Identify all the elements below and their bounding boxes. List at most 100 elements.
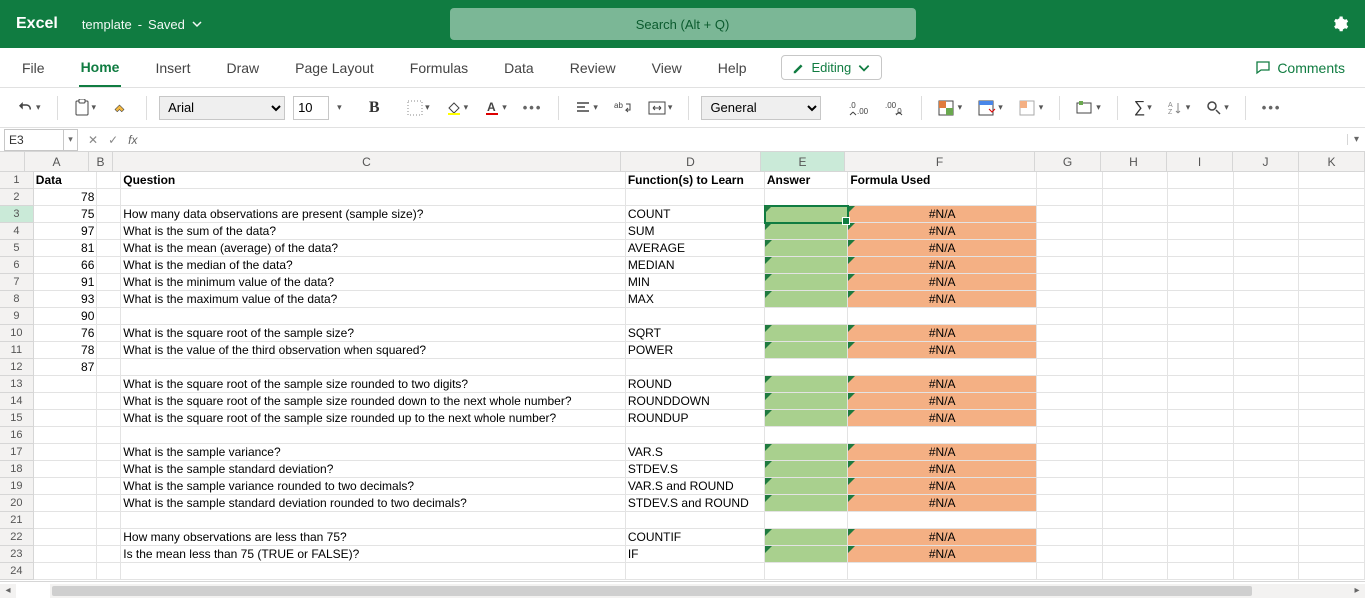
cell-J19[interactable] <box>1234 478 1300 495</box>
cell-F14[interactable]: #N/A <box>848 393 1037 410</box>
cell-K24[interactable] <box>1299 563 1365 580</box>
cell-F24[interactable] <box>848 563 1037 580</box>
cell-E21[interactable] <box>765 512 848 529</box>
search-input[interactable]: Search (Alt + Q) <box>450 8 916 40</box>
cell-C6[interactable]: What is the median of the data? <box>121 257 626 274</box>
cell-I16[interactable] <box>1168 427 1234 444</box>
cell-D2[interactable] <box>626 189 765 206</box>
cell-J16[interactable] <box>1234 427 1300 444</box>
cell-C12[interactable] <box>121 359 626 376</box>
cell-B18[interactable] <box>97 461 121 478</box>
cell-E18[interactable] <box>765 461 848 478</box>
cell-F9[interactable] <box>848 308 1037 325</box>
cell-J2[interactable] <box>1234 189 1300 206</box>
number-format-select[interactable]: General <box>701 96 821 120</box>
cell-E17[interactable] <box>765 444 848 461</box>
cell-I10[interactable] <box>1168 325 1234 342</box>
cell-B19[interactable] <box>97 478 121 495</box>
cell-G11[interactable] <box>1037 342 1103 359</box>
cell-A8[interactable]: 93 <box>34 291 98 308</box>
row-header-5[interactable]: 5 <box>0 240 34 257</box>
cell-J1[interactable] <box>1234 172 1300 189</box>
cell-G16[interactable] <box>1037 427 1103 444</box>
cell-F18[interactable]: #N/A <box>848 461 1037 478</box>
cell-C2[interactable] <box>121 189 626 206</box>
cell-G19[interactable] <box>1037 478 1103 495</box>
merge-button[interactable]: ▾ <box>644 98 677 118</box>
row-header-7[interactable]: 7 <box>0 274 34 291</box>
cell-D12[interactable] <box>626 359 765 376</box>
font-color-button[interactable]: A▾ <box>480 97 511 119</box>
cell-F10[interactable]: #N/A <box>848 325 1037 342</box>
cell-E22[interactable] <box>765 529 848 546</box>
cell-A3[interactable]: 75 <box>34 206 98 223</box>
cell-C22[interactable]: How many observations are less than 75? <box>121 529 626 546</box>
cell-G17[interactable] <box>1037 444 1103 461</box>
tab-draw[interactable]: Draw <box>224 48 261 87</box>
cell-F20[interactable]: #N/A <box>848 495 1037 512</box>
cell-G21[interactable] <box>1037 512 1103 529</box>
tab-data[interactable]: Data <box>502 48 536 87</box>
cell-C5[interactable]: What is the mean (average) of the data? <box>121 240 626 257</box>
cell-B3[interactable] <box>97 206 121 223</box>
cell-C13[interactable]: What is the square root of the sample si… <box>121 376 626 393</box>
cell-G18[interactable] <box>1037 461 1103 478</box>
tab-help[interactable]: Help <box>716 48 749 87</box>
cell-K14[interactable] <box>1299 393 1365 410</box>
cell-F15[interactable]: #N/A <box>848 410 1037 427</box>
cell-G13[interactable] <box>1037 376 1103 393</box>
cell-B12[interactable] <box>97 359 121 376</box>
cell-H9[interactable] <box>1103 308 1169 325</box>
tab-insert[interactable]: Insert <box>153 48 192 87</box>
row-header-13[interactable]: 13 <box>0 376 34 393</box>
cell-A18[interactable] <box>34 461 98 478</box>
cell-B17[interactable] <box>97 444 121 461</box>
cell-E8[interactable] <box>765 291 848 308</box>
cell-K9[interactable] <box>1299 308 1365 325</box>
cell-D11[interactable]: POWER <box>626 342 765 359</box>
cell-C21[interactable] <box>121 512 626 529</box>
cell-J8[interactable] <box>1234 291 1300 308</box>
cell-G8[interactable] <box>1037 291 1103 308</box>
cell-J9[interactable] <box>1234 308 1300 325</box>
cell-D19[interactable]: VAR.S and ROUND <box>626 478 765 495</box>
cell-K21[interactable] <box>1299 512 1365 529</box>
cell-D21[interactable] <box>626 512 765 529</box>
cell-K4[interactable] <box>1299 223 1365 240</box>
cell-G12[interactable] <box>1037 359 1103 376</box>
cell-E6[interactable] <box>765 257 848 274</box>
cell-F16[interactable] <box>848 427 1037 444</box>
find-button[interactable]: ▾ <box>1202 97 1233 119</box>
cell-I2[interactable] <box>1168 189 1234 206</box>
name-box[interactable]: E3 <box>4 129 64 151</box>
cell-K20[interactable] <box>1299 495 1365 512</box>
cell-I11[interactable] <box>1168 342 1234 359</box>
cell-E13[interactable] <box>765 376 848 393</box>
cell-I19[interactable] <box>1168 478 1234 495</box>
cell-K18[interactable] <box>1299 461 1365 478</box>
cell-J18[interactable] <box>1234 461 1300 478</box>
cell-A16[interactable] <box>34 427 98 444</box>
cell-D15[interactable]: ROUNDUP <box>626 410 765 427</box>
cell-F4[interactable]: #N/A <box>848 223 1037 240</box>
cell-B7[interactable] <box>97 274 121 291</box>
cell-A19[interactable] <box>34 478 98 495</box>
cell-A21[interactable] <box>34 512 98 529</box>
cell-A5[interactable]: 81 <box>34 240 98 257</box>
cell-A2[interactable]: 78 <box>34 189 98 206</box>
cell-E3[interactable] <box>765 206 848 223</box>
scroll-right-arrow[interactable]: ▸ <box>1349 584 1365 598</box>
cell-I7[interactable] <box>1168 274 1234 291</box>
cell-F2[interactable] <box>848 189 1037 206</box>
tab-view[interactable]: View <box>650 48 684 87</box>
cell-J15[interactable] <box>1234 410 1300 427</box>
fill-color-button[interactable]: ▾ <box>442 97 473 119</box>
cell-F23[interactable]: #N/A <box>848 546 1037 563</box>
cell-J5[interactable] <box>1234 240 1300 257</box>
cell-K11[interactable] <box>1299 342 1365 359</box>
row-header-18[interactable]: 18 <box>0 461 34 478</box>
cell-I15[interactable] <box>1168 410 1234 427</box>
cell-G2[interactable] <box>1037 189 1103 206</box>
cell-J14[interactable] <box>1234 393 1300 410</box>
cell-H5[interactable] <box>1103 240 1169 257</box>
